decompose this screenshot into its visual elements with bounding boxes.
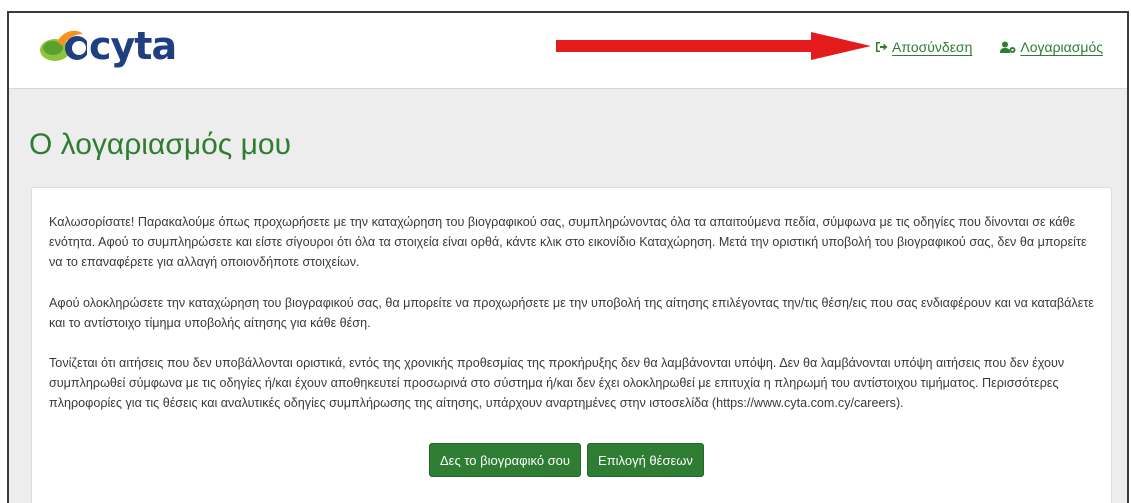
action-buttons: Δες το βιογραφικό σου Επιλογή θέσεων: [429, 443, 704, 477]
logout-label: Αποσύνδεση: [892, 39, 973, 55]
account-label: Λογαριασμός: [1020, 39, 1103, 55]
cyta-logo-icon: [40, 30, 87, 61]
cyta-logo[interactable]: cyta: [39, 24, 177, 68]
nav-links: Αποσύνδεση Λογαριασμός: [875, 39, 1103, 55]
select-positions-button[interactable]: Επιλογή θέσεων: [587, 443, 704, 477]
logout-link[interactable]: Αποσύνδεση: [875, 39, 972, 55]
top-navbar: cyta Αποσύνδεση Λογαριασμός: [9, 13, 1127, 89]
notice-paragraph: Τονίζεται ότι αιτήσεις που δεν υποβάλλον…: [49, 356, 1065, 410]
user-cog-icon: [1000, 41, 1016, 53]
red-annotation-arrow: [556, 32, 871, 60]
welcome-paragraph: Καλωσορίσατε! Παρακαλούμε όπως προχωρήσε…: [49, 215, 1087, 269]
application-paragraph: Αφού ολοκληρώσετε την καταχώρηση του βιο…: [49, 296, 1094, 330]
welcome-panel: Καλωσορίσατε! Παρακαλούμε όπως προχωρήσε…: [31, 187, 1112, 503]
sign-out-icon: [876, 42, 888, 52]
logo-text: cyta: [89, 24, 177, 68]
account-link[interactable]: Λογαριασμός: [1000, 39, 1103, 55]
page-title: Ο λογαριασμός μου: [29, 128, 291, 161]
view-cv-button[interactable]: Δες το βιογραφικό σου: [429, 443, 582, 477]
browser-frame: cyta Αποσύνδεση Λογαριασμός Ο λογαριασμό…: [7, 11, 1129, 503]
